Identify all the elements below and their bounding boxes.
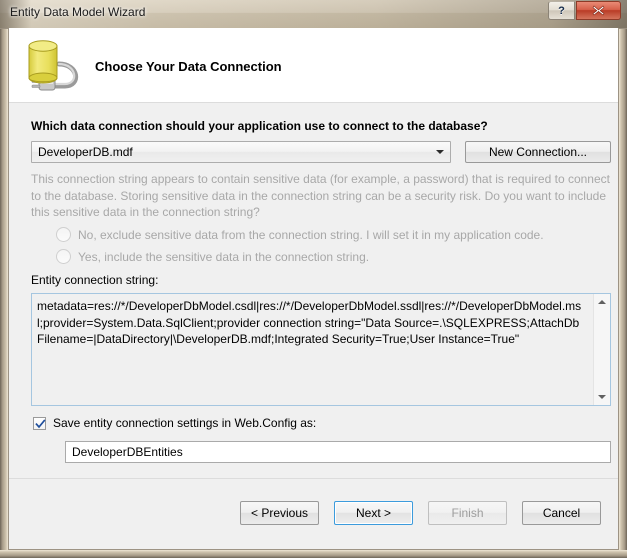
window-title: Entity Data Model Wizard: [10, 5, 146, 19]
scroll-up-icon[interactable]: [594, 294, 610, 310]
scroll-down-icon[interactable]: [594, 389, 610, 405]
window-frame-right: [619, 0, 627, 558]
question-label: Which data connection should your applic…: [31, 119, 488, 133]
radio-include-sensitive-label: Yes, include the sensitive data in the c…: [78, 249, 370, 264]
radio-button-icon[interactable]: [56, 249, 71, 264]
entities-name-input[interactable]: DeveloperDBEntities: [65, 441, 611, 463]
new-connection-button[interactable]: New Connection...: [465, 141, 611, 163]
radio-exclude-sensitive-label: No, exclude sensitive data from the conn…: [78, 227, 544, 242]
wizard-window: Entity Data Model Wizard ? Choose Your D…: [0, 0, 627, 558]
database-connection-icon: [28, 40, 78, 91]
finish-button: Finish: [428, 501, 507, 525]
entities-name-value: DeveloperDBEntities: [72, 445, 183, 459]
chevron-down-icon[interactable]: [431, 143, 449, 161]
window-frame-bottom: [0, 550, 627, 558]
save-settings-checkbox-row[interactable]: Save entity connection settings in Web.C…: [33, 416, 316, 430]
window-controls: ?: [548, 1, 621, 20]
entity-connection-string-value: metadata=res://*/DeveloperDbModel.csdl|r…: [37, 299, 582, 346]
save-settings-checkbox[interactable]: [33, 416, 46, 430]
entity-connection-string-label: Entity connection string:: [31, 273, 159, 287]
checkmark-icon: [35, 418, 46, 428]
wizard-body: Which data connection should your applic…: [9, 103, 618, 479]
radio-include-sensitive[interactable]: Yes, include the sensitive data in the c…: [56, 249, 369, 264]
previous-button[interactable]: < Previous: [240, 501, 319, 525]
title-bar[interactable]: Entity Data Model Wizard ?: [0, 0, 627, 29]
connection-combo-value: DeveloperDB.mdf: [38, 145, 133, 159]
textarea-scrollbar[interactable]: [593, 294, 610, 405]
radio-button-icon[interactable]: [56, 227, 71, 242]
close-button[interactable]: [576, 1, 621, 20]
help-button[interactable]: ?: [548, 1, 575, 20]
connection-combo[interactable]: DeveloperDB.mdf: [31, 141, 451, 163]
radio-exclude-sensitive[interactable]: No, exclude sensitive data from the conn…: [56, 227, 544, 242]
wizard-footer: < Previous Next > Finish Cancel: [9, 479, 618, 549]
cancel-button[interactable]: Cancel: [522, 501, 601, 525]
window-frame-left: [0, 0, 8, 558]
save-settings-label: Save entity connection settings in Web.C…: [53, 416, 317, 430]
sensitive-data-note: This connection string appears to contai…: [31, 172, 610, 219]
entity-connection-string-textarea[interactable]: metadata=res://*/DeveloperDbModel.csdl|r…: [31, 293, 611, 406]
close-icon: [592, 5, 605, 16]
wizard-banner: Choose Your Data Connection: [9, 28, 618, 103]
page-title: Choose Your Data Connection: [95, 59, 282, 74]
next-button[interactable]: Next >: [334, 501, 413, 525]
dialog-client-area: Choose Your Data Connection Which data c…: [8, 28, 619, 550]
